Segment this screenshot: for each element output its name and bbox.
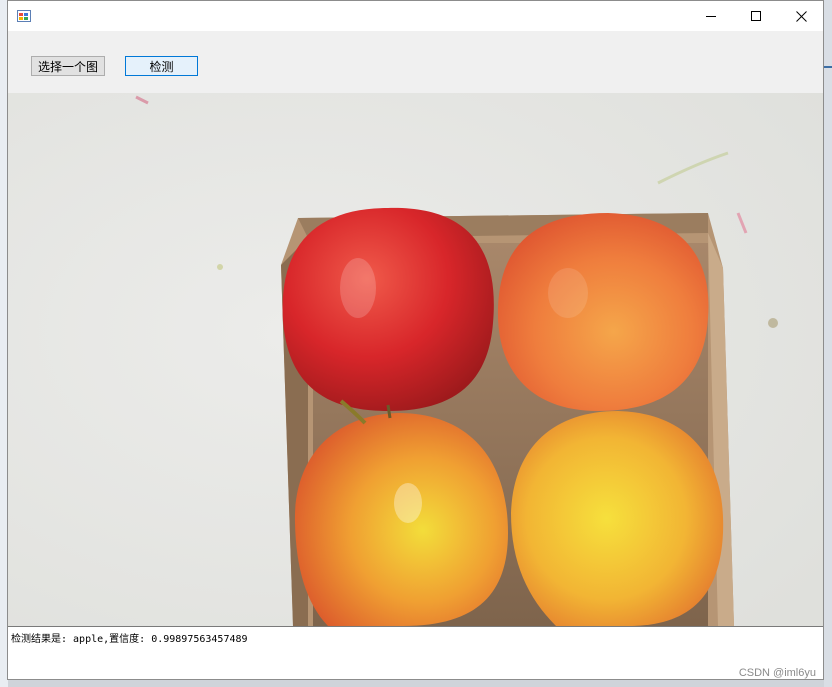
maximize-button[interactable]: [733, 1, 779, 31]
minimize-button[interactable]: [688, 1, 734, 31]
result-text: 检测结果是: apple,置信度: 0.99897563457489: [11, 634, 248, 645]
title-bar[interactable]: [8, 1, 823, 31]
app-window: 选择一个图 检测 检测结果是: apple,置信度: 0.99897563457…: [7, 0, 824, 680]
maximize-icon: [751, 11, 761, 21]
select-image-button[interactable]: 选择一个图: [31, 56, 105, 76]
result-textbox[interactable]: 检测结果是: apple,置信度: 0.99897563457489: [8, 626, 823, 679]
detect-button[interactable]: 检测: [125, 56, 198, 76]
apples-photo: [8, 93, 823, 626]
image-preview: [8, 93, 823, 626]
close-button[interactable]: [778, 1, 824, 31]
background-editor-strip-right: [824, 0, 832, 687]
app-icon: [17, 10, 31, 22]
close-icon: [795, 10, 807, 22]
watermark: CSDN @iml6yu: [738, 667, 816, 679]
background-marker: [824, 66, 832, 68]
minimize-icon: [706, 16, 716, 17]
